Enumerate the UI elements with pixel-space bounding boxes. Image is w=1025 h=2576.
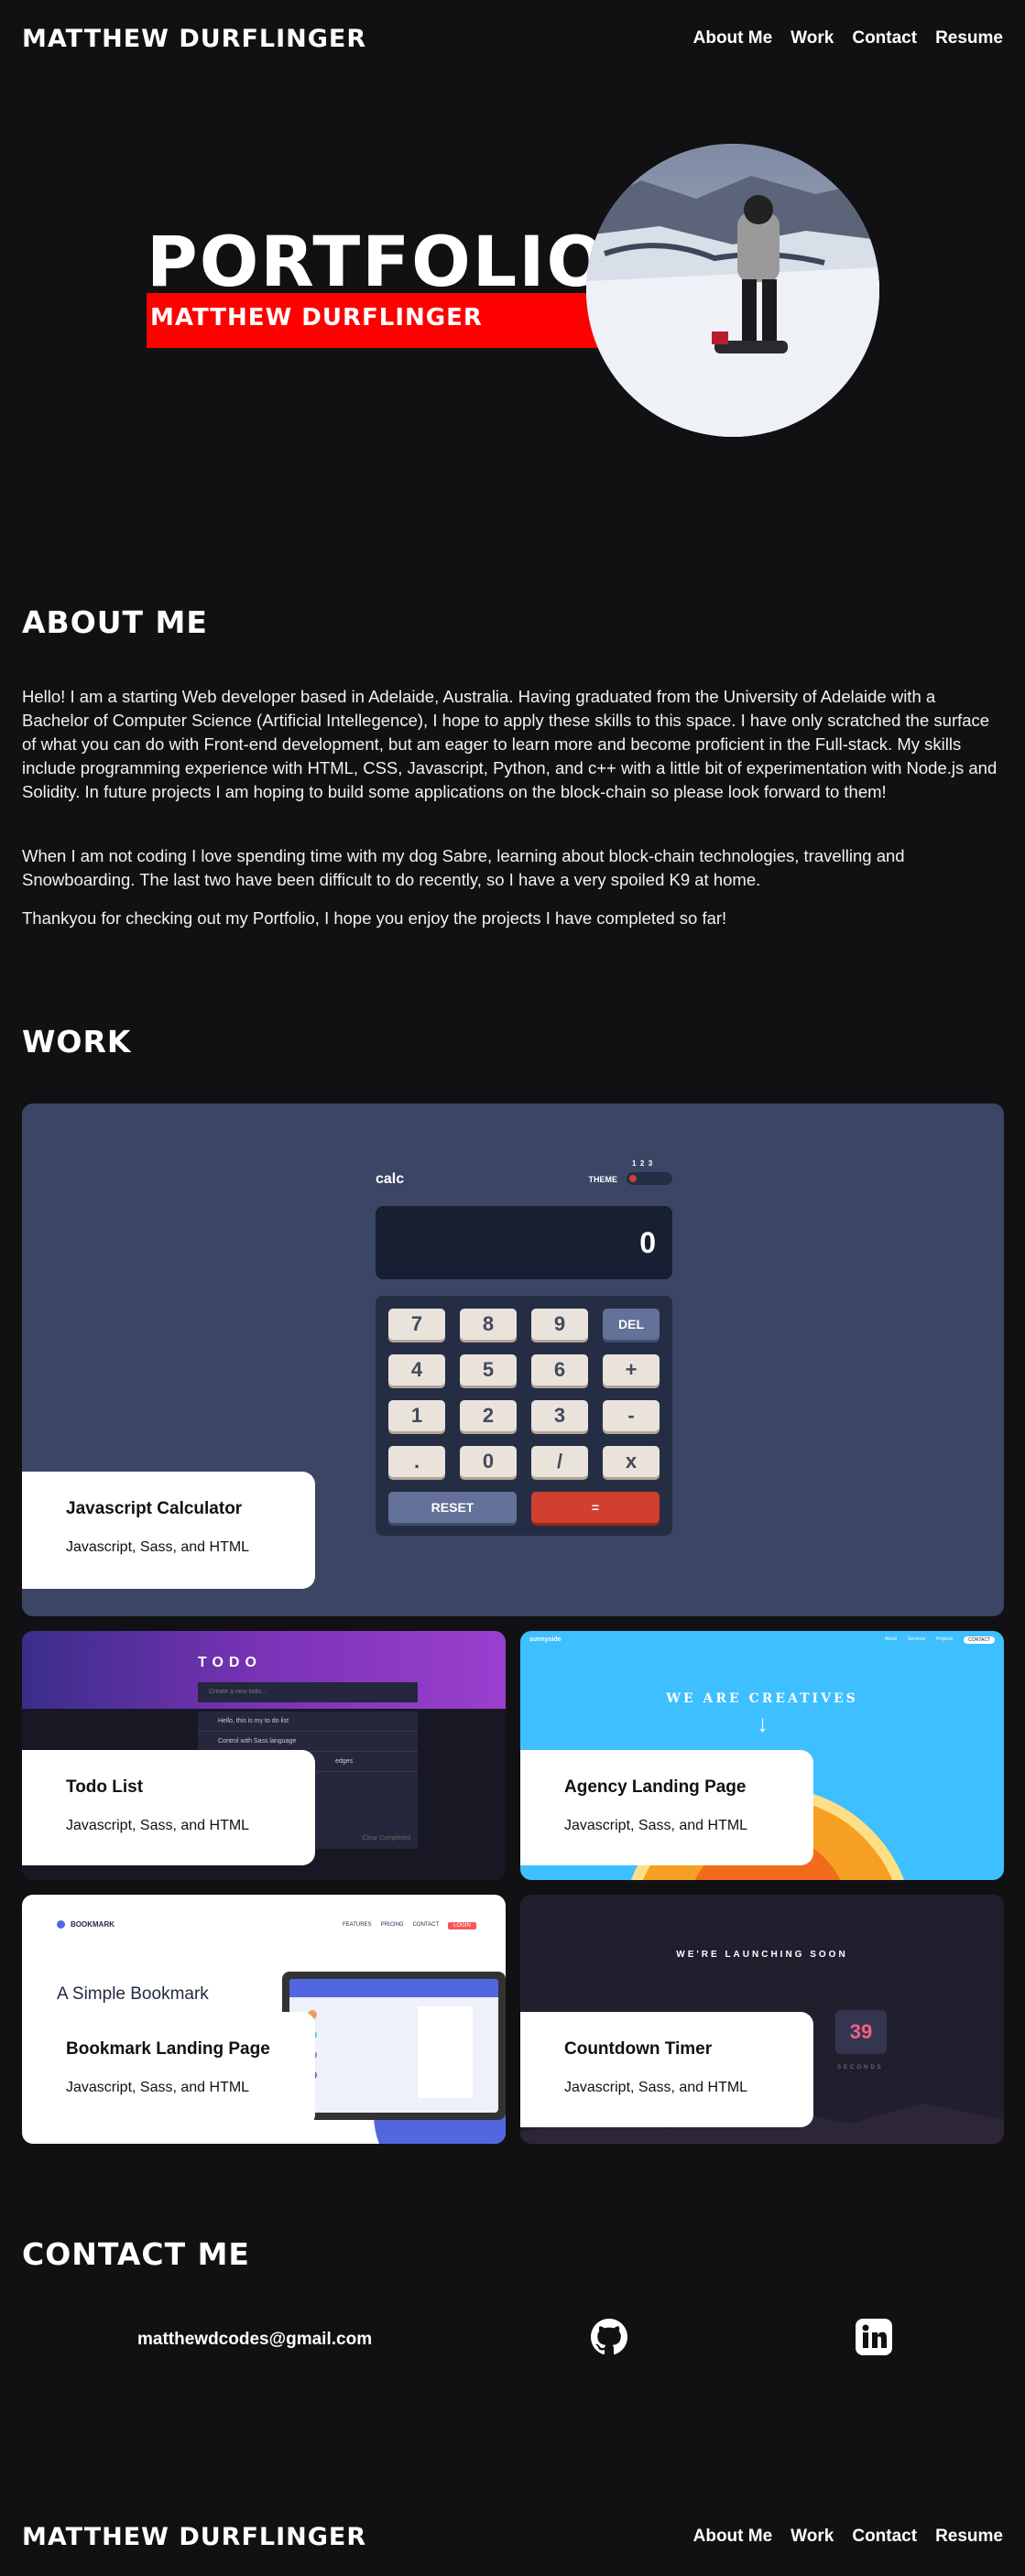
agency-nav-item: Projects bbox=[936, 1636, 954, 1642]
arrow-down-icon: ↓ bbox=[757, 1710, 769, 1737]
agency-nav-item: Services bbox=[907, 1636, 926, 1642]
theme-toggle bbox=[627, 1172, 672, 1185]
site-header: MATTHEW DURFLINGER About Me Work Contact… bbox=[0, 0, 1025, 77]
contact-title: CONTACT ME bbox=[22, 2236, 250, 2272]
agency-preview-logo: sunnyside bbox=[529, 1636, 562, 1643]
calc-key-del: DEL bbox=[603, 1309, 660, 1340]
nav-work-link[interactable]: Work bbox=[791, 28, 834, 49]
agency-preview-nav: About Services Projects CONTACT bbox=[885, 1636, 995, 1644]
project-title: Bookmark Landing Page bbox=[66, 2039, 270, 2059]
calc-keypad: 7 8 9 DEL 4 5 6 + 1 2 3 - . 0 / x RESET … bbox=[376, 1296, 672, 1536]
calc-key: x bbox=[603, 1446, 660, 1477]
countdown-preview-unit: SECONDS bbox=[837, 2065, 884, 2071]
calc-key-reset: RESET bbox=[388, 1492, 517, 1523]
main-nav: About Me Work Contact Resume bbox=[693, 28, 1003, 49]
github-icon[interactable] bbox=[591, 2319, 627, 2355]
project-title: Javascript Calculator bbox=[66, 1499, 243, 1518]
theme-label: THEME bbox=[588, 1175, 618, 1184]
about-paragraph: Hello! I am a starting Web developer bas… bbox=[22, 687, 998, 801]
calc-key: - bbox=[603, 1400, 660, 1431]
footer-nav-about-link[interactable]: About Me bbox=[693, 2527, 773, 2547]
project-card-countdown[interactable]: WE'RE LAUNCHING SOON 39 SECONDS Countdow… bbox=[520, 1895, 1004, 2144]
calculator-preview: calc THEME 1 2 3 0 7 8 9 DEL 4 5 6 + 1 2… bbox=[376, 1159, 672, 1536]
todo-preview-item: Control with Sass language bbox=[198, 1732, 418, 1752]
about-title: ABOUT ME bbox=[22, 604, 208, 640]
footer-nav-resume-link[interactable]: Resume bbox=[935, 2527, 1003, 2547]
calc-key: 3 bbox=[531, 1400, 588, 1431]
calc-key: 9 bbox=[531, 1309, 588, 1340]
project-label: Countdown Timer Javascript, Sass, and HT… bbox=[520, 2012, 813, 2127]
project-label: Todo List Javascript, Sass, and HTML bbox=[22, 1750, 315, 1865]
bookmark-nav-item: FEATURES bbox=[343, 1922, 372, 1928]
linkedin-icon[interactable] bbox=[856, 2319, 892, 2355]
bookmark-preview-nav: FEATURES PRICING CONTACT LOGIN bbox=[343, 1922, 476, 1929]
agency-nav-item: About bbox=[884, 1636, 897, 1642]
footer-nav-contact-link[interactable]: Contact bbox=[852, 2527, 917, 2547]
project-label: Agency Landing Page Javascript, Sass, an… bbox=[520, 1750, 813, 1865]
hero-title: PORTFOLIO bbox=[147, 221, 608, 302]
project-card-calculator[interactable]: calc THEME 1 2 3 0 7 8 9 DEL 4 5 6 + 1 2… bbox=[22, 1103, 1004, 1616]
project-title: Countdown Timer bbox=[564, 2039, 713, 2059]
footer-nav-work-link[interactable]: Work bbox=[791, 2527, 834, 2547]
project-stack: Javascript, Sass, and HTML bbox=[564, 2080, 748, 2095]
nav-resume-link[interactable]: Resume bbox=[935, 28, 1003, 49]
project-card-bookmark[interactable]: BOOKMARK FEATURES PRICING CONTACT LOGIN … bbox=[22, 1895, 506, 2144]
calc-logo: calc bbox=[376, 1171, 405, 1187]
calc-key: 0 bbox=[460, 1446, 517, 1477]
bookmark-nav-item: CONTACT bbox=[412, 1922, 440, 1928]
calc-key: 2 bbox=[460, 1400, 517, 1431]
project-label: Bookmark Landing Page Javascript, Sass, … bbox=[22, 2012, 315, 2127]
calc-key: 1 bbox=[388, 1400, 445, 1431]
footer-brand-logo[interactable]: MATTHEW DURFLINGER bbox=[22, 2523, 366, 2551]
project-title: Agency Landing Page bbox=[564, 1777, 747, 1797]
project-stack: Javascript, Sass, and HTML bbox=[66, 1818, 250, 1833]
project-card-agency[interactable]: sunnyside About Services Projects CONTAC… bbox=[520, 1631, 1004, 1880]
calc-key: 6 bbox=[531, 1354, 588, 1386]
bookmark-nav-item: LOGIN bbox=[448, 1922, 476, 1929]
bookmark-preview-logo: BOOKMARK bbox=[57, 1920, 114, 1929]
bookmark-nav-item: PRICING bbox=[380, 1922, 404, 1928]
project-stack: Javascript, Sass, and HTML bbox=[66, 2080, 250, 2095]
calc-key-equals: = bbox=[531, 1492, 660, 1523]
hero-subtitle: MATTHEW DURFLINGER bbox=[150, 304, 483, 332]
footer-nav: About Me Work Contact Resume bbox=[693, 2527, 1003, 2547]
project-stack: Javascript, Sass, and HTML bbox=[66, 1539, 250, 1555]
site-footer: MATTHEW DURFLINGER About Me Work Contact… bbox=[0, 2498, 1025, 2575]
todo-preview-filter: Clear Completed bbox=[362, 1835, 410, 1842]
countdown-preview-value: 39 bbox=[835, 2010, 887, 2054]
about-paragraph: Thankyou for checking out my Portfolio, … bbox=[22, 908, 727, 928]
project-card-todo[interactable]: TODO Create a new todo... Hello, this is… bbox=[22, 1631, 506, 1880]
nav-contact-link[interactable]: Contact bbox=[852, 28, 917, 49]
calc-key: 8 bbox=[460, 1309, 517, 1340]
about-paragraph: When I am not coding I love spending tim… bbox=[22, 846, 905, 889]
todo-preview-title: TODO bbox=[198, 1655, 262, 1670]
calc-key: 7 bbox=[388, 1309, 445, 1340]
email-link[interactable]: matthewdcodes@gmail.com bbox=[137, 2330, 372, 2350]
calc-key: 4 bbox=[388, 1354, 445, 1386]
brand-logo[interactable]: MATTHEW DURFLINGER bbox=[22, 25, 366, 53]
project-title: Todo List bbox=[66, 1777, 144, 1797]
nav-about-link[interactable]: About Me bbox=[693, 28, 773, 49]
todo-preview-input: Create a new todo... bbox=[198, 1682, 418, 1702]
calc-key: + bbox=[603, 1354, 660, 1386]
agency-preview-headline: WE ARE CREATIVES bbox=[666, 1691, 858, 1706]
agency-nav-item: CONTACT bbox=[964, 1636, 995, 1644]
calc-key: . bbox=[388, 1446, 445, 1477]
project-stack: Javascript, Sass, and HTML bbox=[564, 1818, 748, 1833]
profile-photo bbox=[586, 144, 879, 437]
bookmark-preview-headline: A Simple Bookmark Manager bbox=[57, 1984, 209, 2004]
bookmark-laptop bbox=[282, 1972, 506, 2120]
work-title: WORK bbox=[22, 1024, 132, 1060]
contact-row: matthewdcodes@gmail.com bbox=[0, 2317, 1025, 2363]
theme-numbers: 1 2 3 bbox=[632, 1159, 653, 1168]
calc-display: 0 bbox=[376, 1206, 672, 1279]
calc-key: / bbox=[531, 1446, 588, 1477]
countdown-preview-headline: WE'RE LAUNCHING SOON bbox=[676, 1950, 848, 1960]
project-label: Javascript Calculator Javascript, Sass, … bbox=[22, 1472, 315, 1589]
todo-preview-item: Hello, this is my to do list bbox=[198, 1712, 418, 1732]
calc-key: 5 bbox=[460, 1354, 517, 1386]
